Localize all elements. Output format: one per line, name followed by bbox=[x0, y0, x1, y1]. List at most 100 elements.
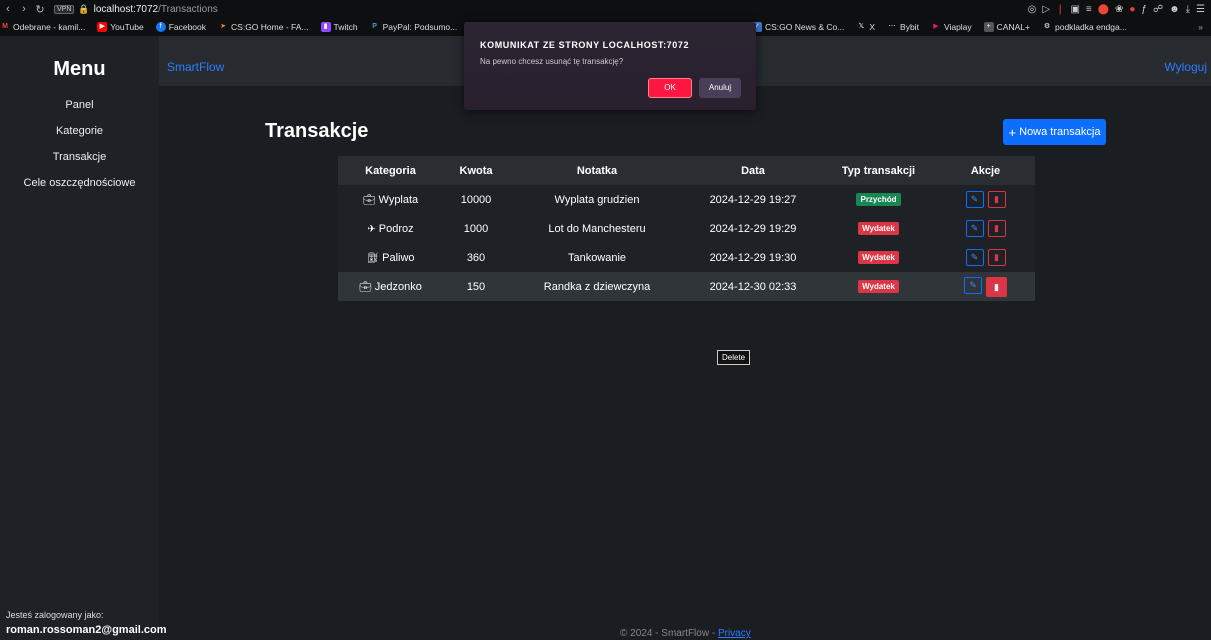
dialog-cancel-button[interactable]: Anuluj bbox=[699, 78, 741, 98]
logged-in-user: roman.rossoman2@gmail.com bbox=[6, 624, 167, 636]
vpn-icon[interactable]: VPN bbox=[54, 4, 75, 14]
amount-cell: 10000 bbox=[443, 185, 509, 214]
page-title: Transakcje bbox=[265, 120, 369, 142]
delete-button[interactable]: ▮ bbox=[987, 249, 1006, 266]
sidebar-item-cele[interactable]: Cele oszczędnościowe bbox=[0, 170, 159, 196]
download-icon[interactable]: ⤓ bbox=[1186, 4, 1190, 15]
new-transaction-button[interactable]: + Nowa transakcja bbox=[1003, 119, 1106, 145]
briefcase-icon: 💼︎ bbox=[359, 281, 372, 293]
forward-icon[interactable]: › bbox=[16, 3, 32, 15]
briefcase-icon: 💼︎ bbox=[362, 194, 376, 206]
menu-icon[interactable]: ☰ bbox=[1196, 4, 1205, 15]
brand-link[interactable]: SmartFlow bbox=[167, 60, 224, 74]
viaplay-icon: ▶ bbox=[933, 23, 939, 30]
column-header: Akcje bbox=[936, 156, 1035, 185]
category-cell: 💼︎ Jedzonko bbox=[338, 272, 443, 301]
puzzle-icon[interactable]: ☍ bbox=[1153, 4, 1163, 15]
trash-icon: ▮ bbox=[994, 194, 999, 204]
table-row: ✈︎ Podroz 1000 Lot do Manchesteru 2024-12… bbox=[338, 214, 1035, 243]
sidebar: Menu Panel Kategorie Transakcje Cele osz… bbox=[0, 36, 167, 640]
extension-icon[interactable]: ❀ bbox=[1115, 4, 1123, 15]
edit-icon: ✎ bbox=[970, 252, 979, 262]
delete-button[interactable]: ▮ bbox=[987, 220, 1006, 237]
amount-cell: 150 bbox=[443, 272, 509, 301]
delete-button[interactable]: ▮ bbox=[986, 276, 1007, 297]
edit-button[interactable]: ✎ bbox=[965, 220, 984, 237]
bookmarks-more-icon[interactable]: » bbox=[1198, 18, 1203, 36]
note-cell: Randka z dziewczyna bbox=[509, 272, 685, 301]
youtube-icon: ▶ bbox=[97, 22, 108, 32]
gas-station-icon: ⛽︎ bbox=[366, 252, 380, 264]
bookmark-youtube[interactable]: ▶ YouTube bbox=[97, 22, 144, 32]
type-cell: Przychód bbox=[821, 185, 936, 214]
bookmark-csgo-news[interactable]: ✓ CS:GO News & Co... bbox=[752, 22, 844, 32]
divider-icon: ❘ bbox=[1056, 3, 1065, 15]
type-badge: Wydatek bbox=[858, 222, 899, 235]
reload-icon[interactable]: ↻ bbox=[32, 3, 48, 16]
sidebar-item-kategorie[interactable]: Kategorie bbox=[0, 118, 159, 144]
date-cell: 2024-12-30 02:33 bbox=[685, 272, 821, 301]
table-row: 💼︎ Wyplata 10000 Wyplata grudzien 2024-12… bbox=[338, 185, 1035, 214]
logout-link[interactable]: Wyloguj bbox=[1164, 60, 1207, 74]
column-header: Typ transakcji bbox=[821, 156, 936, 185]
sidebar-item-panel[interactable]: Panel bbox=[0, 92, 159, 118]
privacy-link[interactable]: Privacy bbox=[718, 628, 751, 639]
transactions-table: Kategoria Kwota Notatka Data Typ transak… bbox=[338, 156, 1035, 301]
type-badge: Wydatek bbox=[858, 251, 899, 264]
twitch-icon: ▮ bbox=[320, 22, 331, 32]
back-icon[interactable]: ‹ bbox=[0, 3, 16, 15]
date-cell: 2024-12-29 19:30 bbox=[685, 243, 821, 272]
gear-icon: ⚙ bbox=[1043, 23, 1051, 30]
profile-icon[interactable]: ☻ bbox=[1169, 4, 1180, 15]
table-header-row: Kategoria Kwota Notatka Data Typ transak… bbox=[338, 156, 1035, 185]
delete-button[interactable]: ▮ bbox=[987, 191, 1006, 208]
bookmark-paypal[interactable]: P PayPal: Podsumo... bbox=[370, 22, 457, 32]
note-cell: Wyplata grudzien bbox=[509, 185, 685, 214]
type-cell: Wydatek bbox=[821, 214, 936, 243]
bookmark-canal[interactable]: + CANAL+ bbox=[983, 22, 1030, 32]
plane-icon: ✈︎ bbox=[367, 223, 376, 235]
bookmark-bybit[interactable]: ⋯ Bybit bbox=[887, 22, 919, 32]
bookmark-csgo[interactable]: ➤ CS:GO Home - FA... bbox=[218, 22, 308, 32]
type-cell: Wydatek bbox=[821, 272, 936, 301]
category-cell: ⛽︎ Paliwo bbox=[338, 243, 443, 272]
extension-icon[interactable]: ● bbox=[1129, 4, 1135, 15]
actions-cell: ✎ ▮ bbox=[936, 243, 1035, 272]
note-cell: Tankowanie bbox=[509, 243, 685, 272]
edit-button[interactable]: ✎ bbox=[965, 191, 984, 208]
dialog-message: Na pewno chcesz usunąć tę transakcję? bbox=[480, 57, 624, 66]
bookmark-viaplay[interactable]: ▶ Viaplay bbox=[931, 22, 971, 32]
play-icon[interactable]: ▷ bbox=[1042, 4, 1050, 15]
adblock-icon[interactable]: ⬤ bbox=[1098, 4, 1109, 15]
edit-button[interactable]: ✎ bbox=[965, 249, 984, 266]
faceit-icon: ➤ bbox=[220, 23, 226, 30]
dialog-ok-button[interactable]: OK bbox=[648, 78, 692, 98]
bookmark-x[interactable]: 𝕏X bbox=[856, 22, 876, 32]
edit-button[interactable]: ✎ bbox=[964, 276, 982, 294]
extension-icon[interactable]: ◎ bbox=[1028, 4, 1037, 15]
url-path[interactable]: /Transactions bbox=[158, 4, 218, 15]
edit-icon: ✎ bbox=[970, 194, 979, 204]
bookmark-twitch[interactable]: ▮ Twitch bbox=[320, 22, 358, 32]
category-cell: ✈︎ Podroz bbox=[338, 214, 443, 243]
extension-icon[interactable]: ≡ bbox=[1086, 4, 1092, 15]
facebook-icon: f bbox=[155, 22, 166, 32]
sidebar-nav: Panel Kategorie Transakcje Cele oszczędn… bbox=[0, 92, 159, 196]
url-host[interactable]: localhost:7072 bbox=[94, 4, 159, 15]
bookmark-podkladka[interactable]: ⚙ podkladka endga... bbox=[1042, 22, 1127, 32]
sidebar-item-transakcje[interactable]: Transakcje bbox=[0, 144, 159, 170]
type-cell: Wydatek bbox=[821, 243, 936, 272]
bookmark-facebook[interactable]: f Facebook bbox=[155, 22, 206, 32]
column-header: Notatka bbox=[509, 156, 685, 185]
dialog-title: KOMUNIKAT ZE STRONY LOCALHOST:7072 bbox=[480, 40, 690, 50]
column-header: Kwota bbox=[443, 156, 509, 185]
edit-icon: ✎ bbox=[970, 223, 979, 233]
browser-address-bar: ‹ › ↻ VPN 🔒 localhost:7072/Transactions … bbox=[0, 0, 1211, 18]
actions-cell: ✎ ▮ bbox=[936, 185, 1035, 214]
extension-icon[interactable]: ƒ bbox=[1141, 4, 1147, 15]
category-cell: 💼︎ Wyplata bbox=[338, 185, 443, 214]
type-badge: Wydatek bbox=[858, 280, 899, 293]
table-row: ⛽︎ Paliwo 360 Tankowanie 2024-12-29 19:30… bbox=[338, 243, 1035, 272]
extension-icon[interactable]: ▣ bbox=[1070, 4, 1079, 15]
bookmark-gmail[interactable]: M Odebrane - kamil... bbox=[0, 22, 85, 32]
